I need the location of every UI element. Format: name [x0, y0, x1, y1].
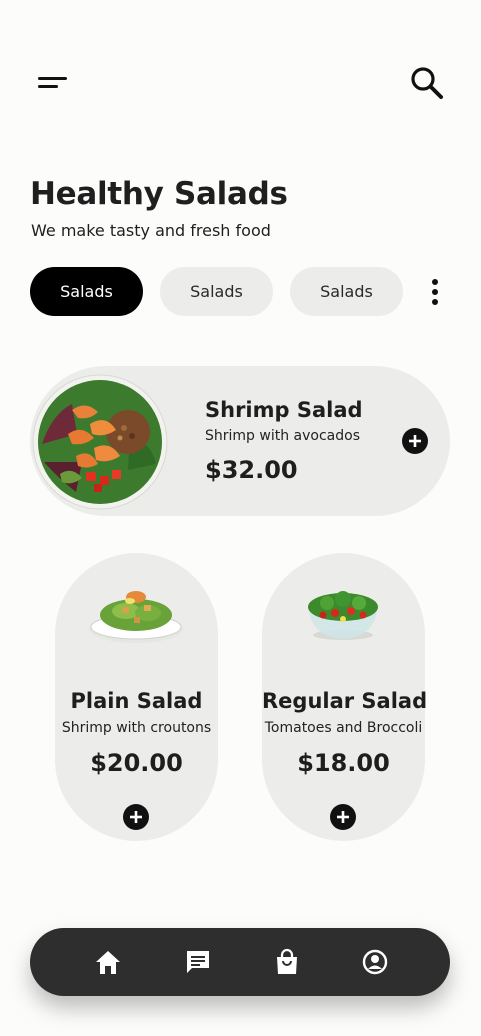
app-screen: Healthy Salads We make tasty and fresh f…: [0, 0, 481, 1036]
featured-product-card[interactable]: Shrimp Salad Shrimp with avocados $32.00: [30, 366, 450, 516]
menu-icon[interactable]: [36, 74, 70, 94]
bottom-navigation: [30, 928, 450, 996]
category-chip-3[interactable]: Salads: [290, 267, 403, 316]
category-chip-2[interactable]: Salads: [160, 267, 273, 316]
plus-icon: [337, 811, 349, 823]
account-circle-icon[interactable]: [361, 948, 389, 976]
featured-product-price: $32.00: [205, 456, 298, 484]
add-to-cart-button[interactable]: [330, 804, 356, 830]
product-description: Shrimp with croutons: [61, 720, 212, 736]
home-icon[interactable]: [94, 948, 122, 976]
product-price: $20.00: [90, 749, 183, 777]
add-to-cart-button[interactable]: [402, 428, 428, 454]
product-card[interactable]: Plain Salad Shrimp with croutons $20.00: [55, 553, 218, 841]
page-title: Healthy Salads: [30, 176, 288, 212]
page-subtitle: We make tasty and fresh food: [31, 221, 271, 240]
product-description: Tomatoes and Broccoli: [264, 720, 423, 736]
product-card[interactable]: Regular Salad Tomatoes and Broccoli $18.…: [262, 553, 428, 841]
search-icon[interactable]: [408, 64, 446, 102]
chat-icon[interactable]: [184, 948, 212, 976]
more-vertical-icon[interactable]: [425, 279, 445, 305]
featured-product-name: Shrimp Salad: [205, 398, 363, 422]
product-name: Regular Salad: [262, 689, 428, 713]
add-to-cart-button[interactable]: [123, 804, 149, 830]
plain-salad-image: [89, 591, 183, 643]
category-chip-1[interactable]: Salads: [30, 267, 143, 316]
featured-product-description: Shrimp with avocados: [205, 428, 360, 444]
plus-icon: [409, 435, 421, 447]
plus-icon: [130, 811, 142, 823]
product-price: $18.00: [297, 749, 390, 777]
shrimp-salad-image: [32, 374, 168, 510]
shopping-bag-icon[interactable]: [273, 948, 301, 976]
regular-salad-image: [308, 591, 378, 640]
product-name: Plain Salad: [70, 689, 203, 713]
